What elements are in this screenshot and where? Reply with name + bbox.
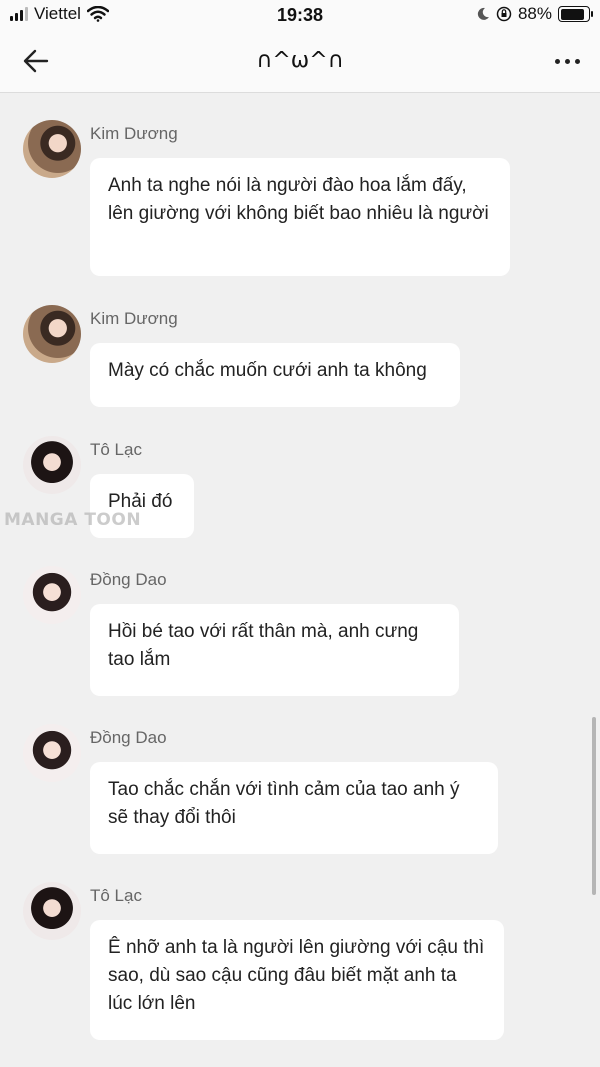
avatar[interactable] xyxy=(23,724,81,782)
sender-name: Kim Dương xyxy=(90,124,178,143)
dot-icon xyxy=(565,58,570,64)
watermark: MANGA TOON xyxy=(4,510,142,530)
chat-title: ∩^ω^∩ xyxy=(256,48,344,73)
nav-bar: ∩^ω^∩ xyxy=(0,30,600,93)
message-bubble[interactable]: Tao chắc chắn với tình cảm của tao anh ý… xyxy=(90,762,498,854)
dot-icon xyxy=(575,58,580,64)
sender-name: Đồng Dao xyxy=(90,728,167,747)
chat-list[interactable]: Kim Dương Anh ta nghe nói là người đào h… xyxy=(0,94,600,1067)
scrollbar[interactable] xyxy=(592,717,596,895)
sender-name: Kim Dương xyxy=(90,309,178,328)
orientation-lock-icon xyxy=(496,6,512,22)
battery-fill xyxy=(560,8,585,20)
sender-name: Tô Lạc xyxy=(90,886,142,905)
avatar[interactable] xyxy=(23,882,81,940)
moon-icon xyxy=(477,7,489,20)
more-options-button[interactable] xyxy=(540,54,580,68)
battery-icon xyxy=(558,6,593,22)
avatar[interactable] xyxy=(23,566,81,624)
status-right: 88% xyxy=(476,4,593,24)
status-bar: Viettel 19:38 88% xyxy=(0,0,600,30)
message-bubble[interactable]: Ê nhỡ anh ta là người lên giường với cậu… xyxy=(90,920,504,1040)
sender-name: Tô Lạc xyxy=(90,440,142,459)
message-bubble[interactable]: Mày có chắc muốn cưới anh ta không xyxy=(90,343,460,407)
sender-name: Đồng Dao xyxy=(90,570,167,589)
battery-percent: 88% xyxy=(517,4,552,23)
message-bubble[interactable]: Hồi bé tao với rất thân mà, anh cưng tao… xyxy=(90,604,459,696)
dot-icon xyxy=(555,58,560,64)
avatar[interactable] xyxy=(23,305,81,363)
message-bubble[interactable]: Anh ta nghe nói là người đào hoa lắm đấy… xyxy=(90,158,510,276)
avatar[interactable] xyxy=(23,436,81,494)
avatar[interactable] xyxy=(23,120,81,178)
